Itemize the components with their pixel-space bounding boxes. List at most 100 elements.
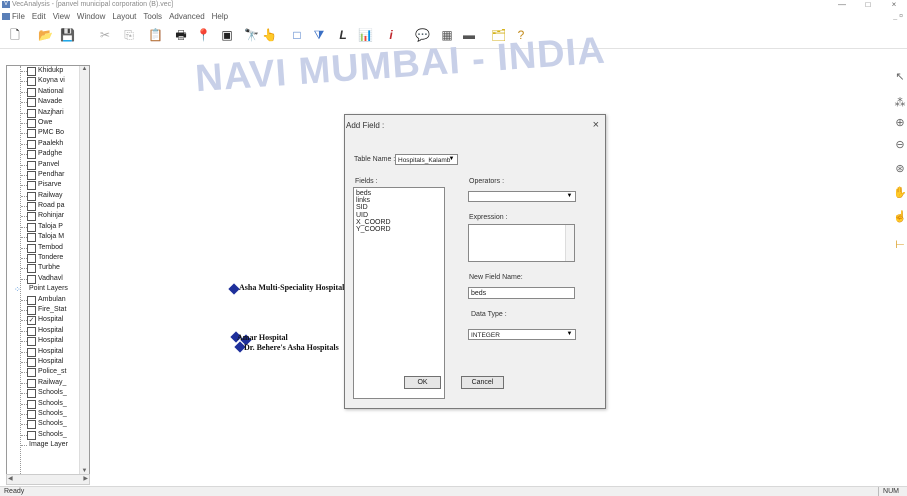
image-layer-group[interactable]: Image Layer [7,440,79,450]
layer-checkbox[interactable] [27,108,36,118]
layer-item[interactable]: Railway_ [7,378,79,388]
layer-item[interactable]: Schools_ [7,419,79,430]
layer-checkbox[interactable] [27,129,36,139]
layer-item[interactable]: Ambulan [7,295,79,305]
layer-checkbox[interactable] [27,337,36,347]
layer-item[interactable]: Vadhavl [7,274,79,284]
layer-checkbox[interactable]: ✓ [27,316,36,326]
layer-item[interactable]: Pisarve [7,180,79,191]
layer-item[interactable]: PMC Bo [7,128,79,139]
layer-item[interactable]: Nazjhari [7,108,79,118]
layer-checkbox[interactable] [27,139,36,149]
field-item[interactable]: beds [354,190,444,197]
scroll-left-icon[interactable]: ◀ [8,475,13,482]
expression-scrollbar[interactable] [565,225,574,261]
binoculars-icon[interactable]: 🔭 [244,27,259,43]
layer-checkbox[interactable] [27,212,36,222]
layer-item[interactable]: Paalekh [7,139,79,149]
layer-item[interactable]: Pendhar [7,170,79,180]
scroll-up-icon[interactable]: ▲ [80,66,89,72]
layer-item[interactable]: Police_st [7,367,79,378]
table-name-select[interactable]: Hospitals_Kalamb ▼ [395,154,458,165]
menu-edit[interactable]: Edit [32,10,46,23]
layer-item[interactable]: Turbhe [7,263,79,274]
layer-checkbox[interactable] [27,243,36,253]
layer-checkbox[interactable] [27,77,36,87]
layer-item[interactable]: Khidukp [7,66,79,76]
cut-icon[interactable]: ✂ [98,27,112,43]
node-select-icon[interactable]: ⁂ [893,96,907,109]
ok-button[interactable]: OK [404,376,441,389]
layer-item[interactable]: National [7,87,79,97]
layer-checkbox[interactable] [27,295,36,305]
menu-window[interactable]: Window [77,10,105,23]
layer-checkbox[interactable] [27,430,36,440]
layer-item[interactable]: Taloja P [7,222,79,232]
cancel-button[interactable]: Cancel [461,376,504,389]
chart-icon[interactable]: 📊 [358,27,373,43]
layer-checkbox[interactable] [27,357,36,367]
layer-checkbox[interactable] [27,347,36,357]
open-folder-icon[interactable]: 📂 [38,27,53,43]
select-pointer-icon[interactable]: ↖ [893,70,907,83]
layer-checkbox[interactable] [27,305,36,315]
layer-checkbox[interactable] [27,222,36,232]
layer-item[interactable]: Schools_ [7,409,79,419]
pin-icon[interactable]: 📍 [196,27,211,43]
rectangle-icon[interactable]: □ [290,27,304,43]
zoom-out-icon[interactable]: ⊖ [893,138,907,151]
menu-advanced[interactable]: Advanced [169,10,205,23]
layer-checkbox[interactable] [27,420,36,430]
measure-icon[interactable]: ⊢ [893,238,907,251]
layer-item[interactable]: Panvel [7,160,79,170]
field-item[interactable]: UID [354,212,444,219]
layer-item[interactable]: Fire_Stat [7,305,79,315]
print-icon[interactable]: 🖶 [174,27,188,43]
layer-item[interactable]: Hospital [7,347,79,357]
hospital-marker[interactable] [228,283,240,295]
layer-checkbox[interactable] [27,118,36,128]
layer-checkbox[interactable] [27,326,36,336]
layer-item[interactable]: Navade [7,97,79,108]
layer-checkbox[interactable] [27,87,36,97]
menu-view[interactable]: View [53,10,70,23]
layer-item[interactable]: Schools_ [7,388,79,399]
fields-list[interactable]: beds links SID UID X_COORD Y_COORD [353,187,445,399]
zoom-in-icon[interactable]: ⊕ [893,116,907,129]
layer-checkbox[interactable] [27,150,36,160]
layer-checkbox[interactable] [27,160,36,170]
info-icon[interactable]: i [384,27,398,43]
layer-checkbox[interactable] [27,191,36,201]
expression-textarea[interactable] [468,224,575,262]
tree-vertical-scrollbar[interactable]: ▲ ▼ [79,66,89,474]
tree-horizontal-scrollbar[interactable]: ◀ ▶ [6,474,90,485]
layer-item[interactable]: Hospital [7,336,79,347]
layer-checkbox[interactable] [27,170,36,180]
field-item[interactable]: X_COORD [354,219,444,226]
menu-tools[interactable]: Tools [143,10,162,23]
label-icon[interactable]: L [336,27,350,43]
layer-item[interactable]: Tondere [7,253,79,264]
layer-item[interactable]: Tembod [7,243,79,253]
dialog-close-icon[interactable]: × [593,119,599,131]
layer-checkbox[interactable] [27,181,36,191]
document-icon[interactable] [2,13,10,20]
paste-icon[interactable]: 📋 [148,27,163,43]
layer-checkbox[interactable] [27,254,36,264]
layer-icon[interactable]: ▣ [220,27,234,43]
layer-item[interactable]: Padghe [7,149,79,160]
field-item[interactable]: links [354,197,444,204]
layer-item[interactable]: ✓ Hospital [7,315,79,326]
operators-select[interactable]: ▼ [468,191,576,202]
minimize-button[interactable]: — [829,0,855,10]
layer-item[interactable]: Taloja M [7,232,79,243]
layer-checkbox[interactable] [27,67,36,76]
layer-checkbox[interactable] [27,274,36,284]
layer-item[interactable]: Schools_ [7,399,79,409]
layer-checkbox[interactable] [27,264,36,274]
filter-icon[interactable]: ⧩ [312,27,326,43]
layer-item[interactable]: Rohinjar [7,211,79,222]
pan-icon[interactable]: ✋ [893,186,907,199]
layer-item[interactable]: Hospital [7,357,79,367]
layer-item[interactable]: Koyna vi [7,76,79,87]
